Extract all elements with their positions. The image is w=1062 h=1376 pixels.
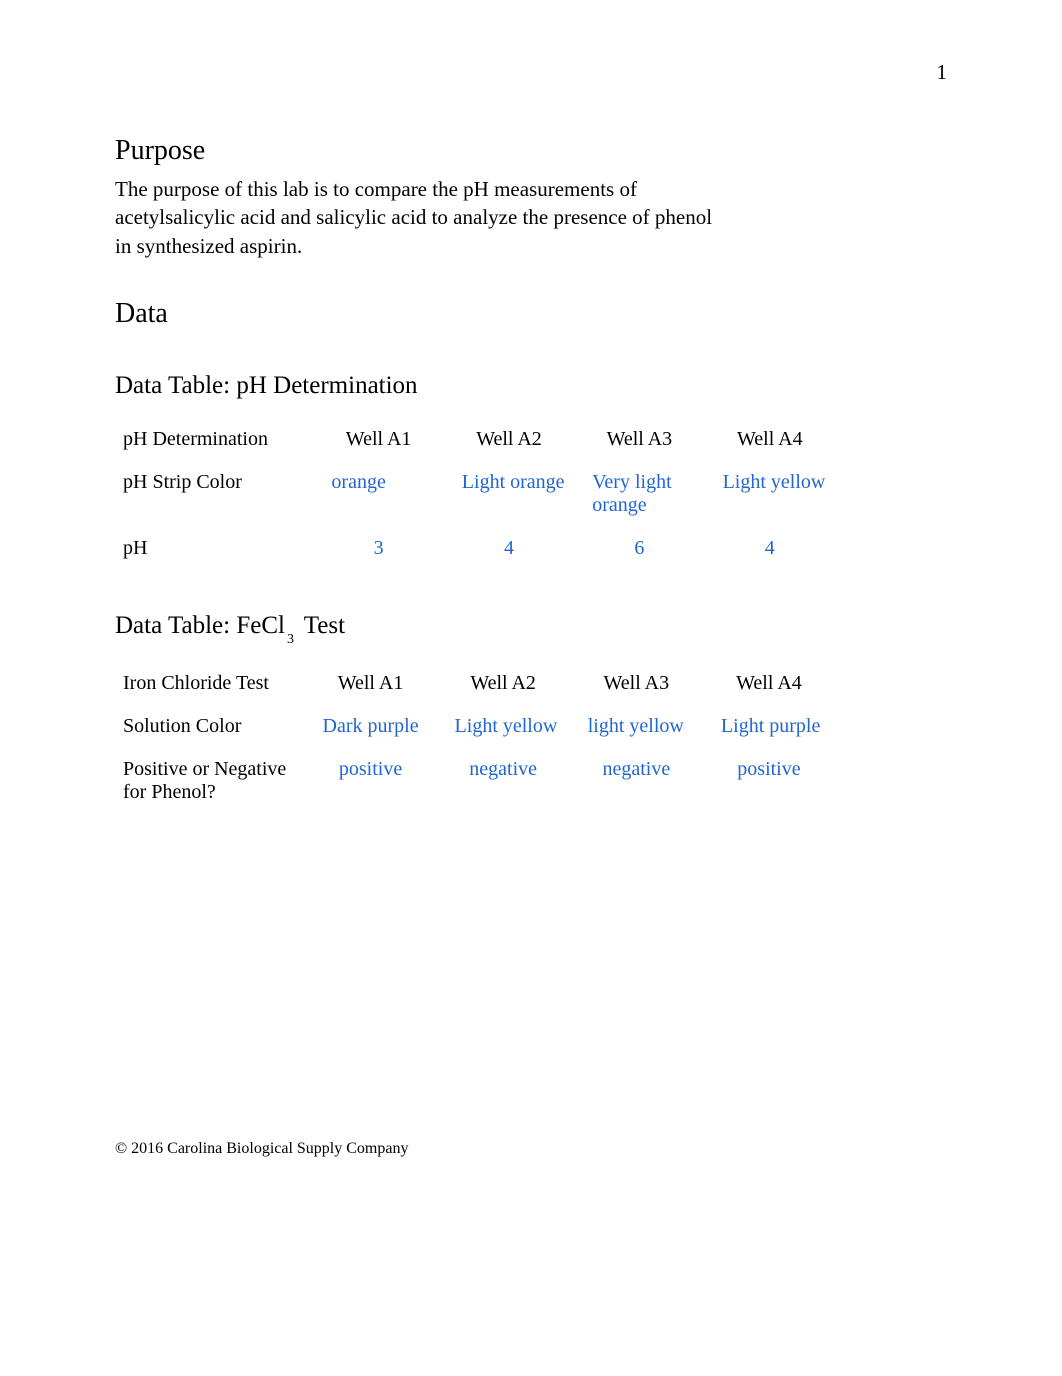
- cell-value: 3: [313, 527, 443, 570]
- cell-value: Light purple: [703, 705, 835, 748]
- table-row: pH 3 4 6 4: [115, 527, 835, 570]
- cell-value: 4: [705, 527, 835, 570]
- cell-value: 6: [574, 527, 704, 570]
- table-row: pH Strip Color orange Light orange Very …: [115, 461, 835, 527]
- cell-value: Light yellow: [705, 461, 835, 527]
- page-number: 1: [937, 60, 948, 85]
- cell-value: Light yellow: [437, 705, 570, 748]
- cell-value: orange: [313, 461, 443, 527]
- table-row: Positive or Negative for Phenol? positiv…: [115, 748, 835, 814]
- table-header: Well A2: [437, 662, 570, 705]
- purpose-text: The purpose of this lab is to compare th…: [115, 175, 715, 260]
- table2-title: Data Table: FeCl3 Test: [115, 612, 947, 644]
- table-header: Well A3: [574, 418, 704, 461]
- copyright-text: © 2016 Carolina Biological Supply Compan…: [115, 1140, 408, 1158]
- cell-value: light yellow: [570, 705, 703, 748]
- fecl3-test-table: Iron Chloride Test Well A1 Well A2 Well …: [115, 662, 835, 814]
- cell-value: negative: [437, 748, 570, 814]
- table-header: Well A4: [703, 662, 835, 705]
- cell-value: positive: [703, 748, 835, 814]
- table-header: pH Determination: [115, 418, 313, 461]
- cell-value: Dark purple: [305, 705, 437, 748]
- data-heading: Data: [115, 298, 947, 330]
- row-label: Positive or Negative for Phenol?: [115, 748, 305, 814]
- cell-value: Very light orange: [574, 461, 704, 527]
- table-header: Well A4: [705, 418, 835, 461]
- cell-value: Light orange: [444, 461, 574, 527]
- table-row: Iron Chloride Test Well A1 Well A2 Well …: [115, 662, 835, 705]
- table-row: pH Determination Well A1 Well A2 Well A3…: [115, 418, 835, 461]
- row-label: pH: [115, 527, 313, 570]
- table-row: Solution Color Dark purple Light yellow …: [115, 705, 835, 748]
- table-header: Well A2: [444, 418, 574, 461]
- table2-title-subscript: 3: [287, 632, 294, 647]
- table-header: Well A1: [313, 418, 443, 461]
- table-header: Well A3: [570, 662, 703, 705]
- table-header: Iron Chloride Test: [115, 662, 305, 705]
- row-label: pH Strip Color: [115, 461, 313, 527]
- cell-value: positive: [305, 748, 437, 814]
- cell-value: 4: [444, 527, 574, 570]
- purpose-heading: Purpose: [115, 135, 947, 167]
- table-header: Well A1: [305, 662, 437, 705]
- ph-determination-table: pH Determination Well A1 Well A2 Well A3…: [115, 418, 835, 570]
- table2-title-prefix: Data Table: FeCl: [115, 612, 285, 639]
- row-label: Solution Color: [115, 705, 305, 748]
- table2-title-suffix: Test: [298, 612, 345, 639]
- page-content: 1 Purpose The purpose of this lab is to …: [0, 0, 1062, 814]
- cell-value: negative: [570, 748, 703, 814]
- table1-title: Data Table: pH Determination: [115, 372, 947, 400]
